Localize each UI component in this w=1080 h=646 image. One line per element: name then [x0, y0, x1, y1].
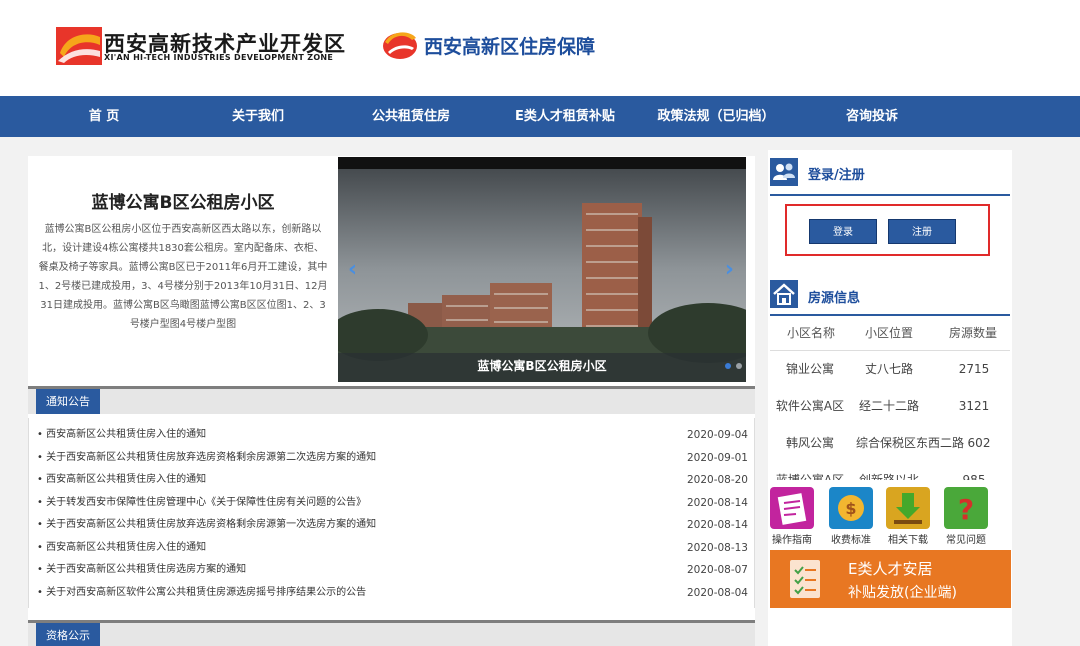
nav-talent-subsidy[interactable]: E类人才租赁补贴 — [502, 96, 628, 137]
slider-prev-icon[interactable]: ‹ — [348, 257, 357, 282]
list-item[interactable]: • 关于西安高新区公共租赁住房放弃选房资格剩余房源第一次选房方案的通知 2020… — [29, 514, 756, 536]
housing-table-header: 小区名称 小区位置 房源数量 — [770, 316, 1010, 346]
community-name: 软件公寓A区 — [775, 399, 845, 413]
community-name: 锦业公寓 — [785, 362, 834, 376]
banner-subtitle: 补贴发放(企业端) — [848, 585, 957, 601]
slider-dot[interactable] — [725, 363, 731, 369]
quick-link-label[interactable]: 相关下载 — [879, 531, 937, 546]
community-location: 丈八七路 — [864, 362, 913, 376]
notice-title[interactable]: • 西安高新区公共租赁住房入住的通知 — [37, 424, 206, 446]
divider — [770, 194, 1010, 196]
fee-icon[interactable]: $ — [829, 487, 873, 529]
list-item[interactable]: • 关于转发西安市保障性住房管理中心《关于保障性住房有关问题的公告》 2020-… — [29, 492, 756, 514]
notice-date: 2020-09-01 — [686, 451, 748, 464]
nav-home[interactable]: 首 页 — [62, 96, 146, 137]
list-item[interactable]: • 西安高新区公共租赁住房入住的通知 2020-08-20 — [29, 469, 756, 491]
checklist-icon — [790, 560, 820, 598]
table-row[interactable]: 韩风公寓 综合保税区东西二路 602 — [770, 425, 1010, 461]
nav-consult-complaint[interactable]: 咨询投诉 — [826, 96, 918, 137]
notice-date: 2020-09-04 — [686, 429, 748, 441]
list-item[interactable]: • 关于对西安高新区软件公寓公共租赁住房源选房摇号排序结果公示的公告 2020-… — [29, 582, 756, 604]
quick-link-label[interactable]: 操作指南 — [763, 531, 821, 546]
housing-title: 房源信息 — [808, 291, 861, 306]
list-item[interactable]: • 关于西安高新区公共租赁住房选房方案的通知 2020-08-07 — [29, 559, 756, 581]
download-icon[interactable] — [886, 487, 930, 529]
community-location: 综合保税区东西二路 — [855, 436, 964, 450]
notice-date: 2020-08-13 — [686, 541, 748, 554]
notice-date: 2020-08-14 — [686, 496, 748, 509]
register-button[interactable]: 注册 — [888, 219, 956, 244]
banner-title: E类人才安居 — [848, 560, 933, 578]
column-header: 小区名称 — [786, 326, 835, 340]
quick-links: 操作指南 $ 收费标准 相关下载 ? 常见问题 — [768, 487, 1012, 546]
qualification-header: 资格公示 — [28, 620, 755, 646]
notice-date: 2020-08-07 — [686, 564, 748, 576]
housing-logo-icon — [383, 32, 417, 59]
notice-title[interactable]: • 关于西安高新区公共租赁住房放弃选房资格剩余房源第二次选房方案的通知 — [37, 447, 376, 469]
notice-date: 2020-08-14 — [686, 519, 748, 531]
notice-title[interactable]: • 关于对西安高新区软件公寓公共租赁住房源选房摇号排序结果公示的公告 — [37, 582, 366, 604]
table-row[interactable]: 锦业公寓 丈八七路 2715 — [770, 351, 1010, 387]
community-name: 韩风公寓 — [785, 436, 834, 450]
faq-icon[interactable]: ? — [944, 487, 988, 529]
community-location: 经二十二路 — [858, 399, 919, 413]
site-title: 西安高新区住房保障 — [424, 36, 596, 58]
notice-title[interactable]: • 关于西安高新区公共租赁住房放弃选房资格剩余房源第一次选房方案的通知 — [37, 514, 376, 536]
hi-tech-zone-logo-icon — [56, 27, 102, 65]
community-location: 创新路以北 — [858, 473, 919, 480]
image-slider[interactable]: ‹ › 蓝博公寓B区公租房小区 — [338, 157, 746, 382]
main-nav: 首 页 关于我们 公共租赁住房 E类人才租赁补贴 政策法规（已归档） 咨询投诉 — [0, 96, 1080, 137]
feature-description: 蓝博公寓B区公租房小区位于西安高新区西太路以东，创新路以北，设计建设4栋公寓楼共… — [38, 224, 328, 330]
notices-list: • 西安高新区公共租赁住房入住的通知 2020-09-04 • 关于西安高新区公… — [28, 418, 755, 608]
site-header: 西安高新技术产业开发区 XI'AN HI-TECH INDUSTRIES DEV… — [0, 0, 1080, 96]
nav-about-us[interactable]: 关于我们 — [210, 96, 306, 137]
svg-text:?: ? — [958, 493, 974, 526]
talent-subsidy-banner[interactable]: E类人才安居 补贴发放(企业端) — [770, 550, 1011, 608]
slider-dot[interactable] — [736, 363, 742, 369]
housing-table: 锦业公寓 丈八七路 2715 软件公寓A区 经二十二路 3121 韩风公寓 综合… — [770, 350, 1010, 480]
community-name: 蓝博公寓A区 — [775, 473, 845, 480]
column-header: 房源数量 — [948, 326, 997, 340]
quick-link-label[interactable]: 收费标准 — [822, 531, 880, 546]
tab-qualification[interactable]: 资格公示 — [36, 623, 100, 646]
notices-header: 通知公告 — [28, 386, 755, 414]
list-item[interactable]: • 西安高新区公共租赁住房入住的通知 2020-09-04 — [29, 424, 756, 446]
feature-intro: 蓝博公寓B区公租房小区 蓝博公寓B区公租房小区位于西安高新区西太路以东，创新路以… — [28, 156, 338, 384]
unit-count: 985 — [962, 473, 986, 480]
nav-public-rental[interactable]: 公共租赁住房 — [356, 96, 466, 137]
notice-title[interactable]: • 关于转发西安市保障性住房管理中心《关于保障性住房有关问题的公告》 — [37, 492, 366, 514]
tab-notices[interactable]: 通知公告 — [36, 389, 100, 414]
guide-icon[interactable] — [770, 487, 814, 529]
svg-text:$: $ — [845, 499, 856, 518]
login-title: 登录/注册 — [808, 168, 865, 183]
list-item[interactable]: • 关于西安高新区公共租赁住房放弃选房资格剩余房源第二次选房方案的通知 2020… — [29, 447, 756, 469]
notice-title[interactable]: • 西安高新区公共租赁住房入住的通知 — [37, 537, 206, 559]
org-name-en: XI'AN HI-TECH INDUSTRIES DEVELOPMENT ZON… — [104, 53, 334, 62]
nav-policies[interactable]: 政策法规（已归档） — [650, 96, 782, 137]
slider-next-icon[interactable]: › — [725, 257, 734, 282]
notice-date: 2020-08-20 — [686, 474, 748, 486]
quick-link-label[interactable]: 常见问题 — [937, 531, 995, 546]
table-row[interactable]: 蓝博公寓A区 创新路以北 985 — [770, 462, 1010, 480]
unit-count: 602 — [967, 436, 991, 450]
users-icon — [770, 158, 798, 186]
table-row[interactable]: 软件公寓A区 经二十二路 3121 — [770, 388, 1010, 424]
unit-count: 3121 — [958, 399, 990, 413]
list-item[interactable]: • 西安高新区公共租赁住房入住的通知 2020-08-13 — [29, 537, 756, 559]
unit-count: 2715 — [958, 362, 990, 376]
column-header: 小区位置 — [864, 326, 913, 340]
home-icon — [770, 280, 798, 308]
building-photo — [338, 157, 746, 382]
slider-caption: 蓝博公寓B区公租房小区 — [477, 359, 607, 373]
feature-title[interactable]: 蓝博公寓B区公租房小区 — [28, 188, 338, 213]
login-button[interactable]: 登录 — [809, 219, 877, 244]
notice-title[interactable]: • 关于西安高新区公共租赁住房选房方案的通知 — [37, 559, 246, 581]
notice-title[interactable]: • 西安高新区公共租赁住房入住的通知 — [37, 469, 206, 491]
notice-date: 2020-08-04 — [686, 586, 748, 599]
